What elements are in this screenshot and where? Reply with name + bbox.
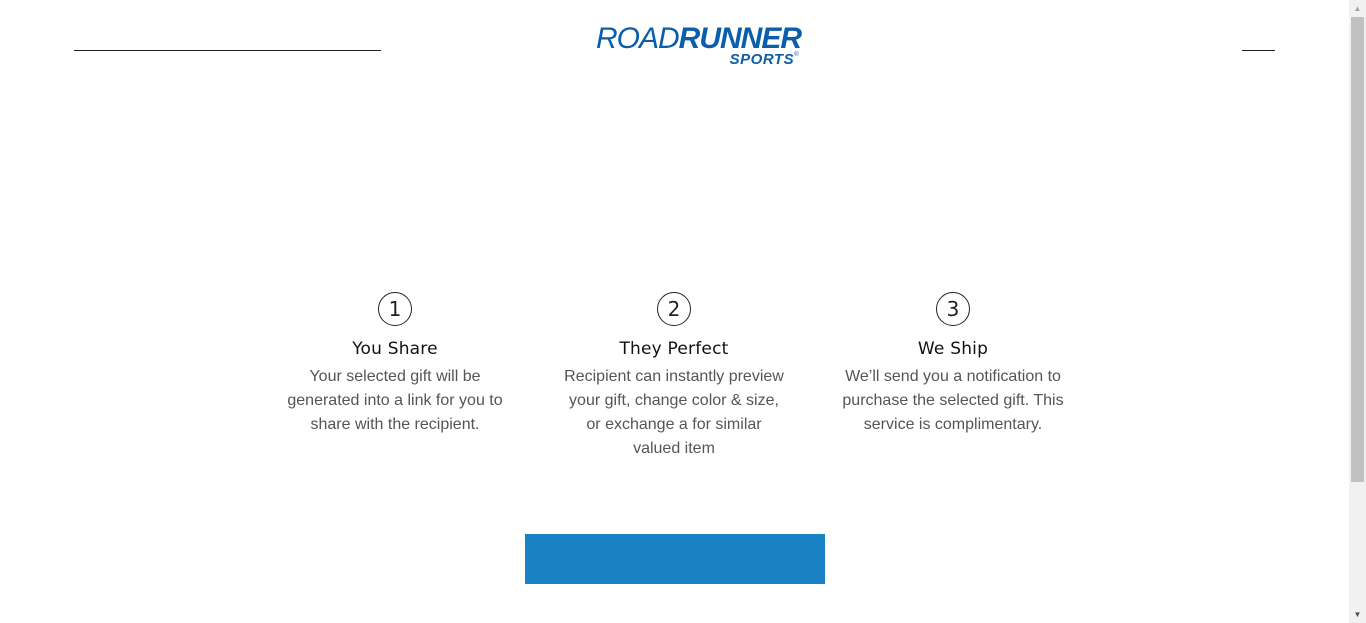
- step-number-badge: 1: [378, 292, 412, 326]
- vertical-scrollbar[interactable]: ▲ ▼: [1349, 0, 1366, 623]
- step-description: Recipient can instantly preview your gif…: [564, 368, 784, 457]
- step-title: They Perfect: [619, 339, 729, 359]
- scroll-down-arrow-icon[interactable]: ▼: [1349, 606, 1366, 623]
- logo-sports-text: SPORTS: [729, 51, 795, 68]
- step-title: You Share: [352, 339, 438, 359]
- step-they-perfect: 2 They Perfect Recipient can instantly p…: [554, 292, 794, 461]
- how-it-works-steps: 1 You Share Your selected gift will be g…: [255, 292, 1093, 472]
- step-we-ship: 3 We Ship We’ll send you a notification …: [833, 292, 1073, 437]
- step-you-share: 1 You Share Your selected gift will be g…: [275, 292, 515, 437]
- scroll-up-arrow-icon[interactable]: ▲: [1349, 0, 1366, 17]
- scrollbar-thumb[interactable]: [1351, 17, 1364, 482]
- step-description: Your selected gift will be generated int…: [287, 368, 503, 433]
- share-gift-button[interactable]: [525, 534, 825, 584]
- step-title: We Ship: [917, 339, 989, 359]
- roadrunner-sports-logo[interactable]: ROADRUNNER SPORTS®: [551, 22, 802, 68]
- step-description: We’ll send you a notification to purchas…: [842, 368, 1064, 433]
- step-number-badge: 2: [657, 292, 691, 326]
- header-divider-right: [1242, 50, 1275, 51]
- page: ROADRUNNER SPORTS® 1 You Share Your sele…: [0, 0, 1366, 623]
- step-number-badge: 3: [936, 292, 970, 326]
- logo-road-text: ROAD: [595, 22, 680, 55]
- header-divider-left: [74, 50, 381, 51]
- logo-registered-mark: ®: [794, 52, 799, 58]
